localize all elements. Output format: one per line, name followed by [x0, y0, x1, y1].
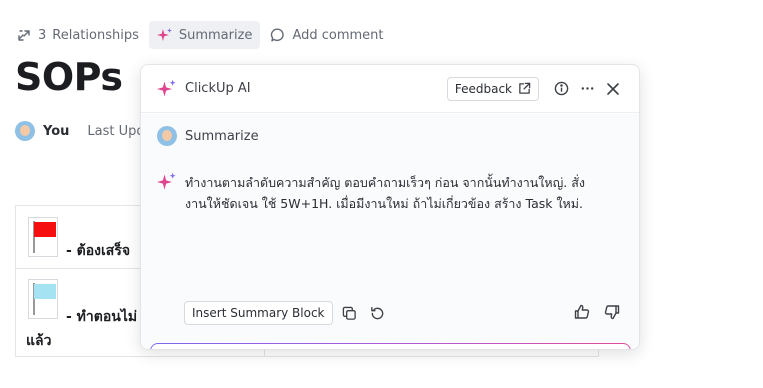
flag-cloth [34, 222, 56, 237]
insert-summary-block-button[interactable]: Insert Summary Block [184, 301, 333, 325]
table-cell-text-wrap: แล้ว [26, 333, 52, 349]
external-link-icon [519, 82, 531, 94]
flag-cloth [34, 284, 56, 299]
relationships-count: 3 [38, 27, 47, 43]
clickup-ai-panel: ClickUp AI Feedback Summarize ทำงานตามลำ… [140, 64, 640, 350]
ai-answer-text: ทำงานตามลำดับความสำคัญ ตอบคำถามเร็วๆ ก่อ… [185, 175, 585, 211]
summarize-label: Summarize [178, 27, 253, 43]
table-cell-text: - ทำตอนไม่ [66, 309, 138, 325]
thumbs-up-button[interactable] [571, 301, 593, 323]
close-icon [607, 82, 619, 95]
table-cell-text: - ต้องเสร็จ [66, 243, 131, 259]
retry-button[interactable] [367, 302, 389, 324]
relationships-button[interactable]: 3 Relationships [14, 21, 141, 49]
thumbs-down-icon [604, 305, 620, 320]
avatar [157, 126, 177, 146]
relationships-label: Relationships [52, 27, 139, 43]
doc-meta: You Last Upda [15, 120, 153, 142]
feedback-label: Feedback [454, 81, 512, 96]
sparkle-icon [156, 28, 172, 41]
comment-icon [271, 28, 285, 42]
ai-panel-header: ClickUp AI Feedback [141, 65, 639, 113]
relationships-icon [18, 30, 30, 41]
more-icon [581, 87, 593, 90]
summary-request: Summarize [157, 126, 259, 146]
author-name: You [43, 123, 70, 139]
add-comment-button[interactable]: Add comment [268, 21, 385, 49]
sparkle-icon [157, 79, 176, 96]
ai-panel-title: ClickUp AI [185, 81, 251, 96]
page-title[interactable]: SOPs [15, 55, 123, 99]
ai-prompt-box [150, 343, 631, 349]
ai-panel-body: Summarize ทำงานตามลำดับความสำคัญ ตอบคำถา… [141, 114, 639, 349]
thumbs-down-button[interactable] [601, 301, 623, 323]
light-blue-flag-image [28, 279, 58, 319]
ai-answer: ทำงานตามลำดับความสำคัญ ตอบคำถามเร็วๆ ก่อ… [157, 172, 595, 214]
more-button[interactable] [575, 77, 599, 101]
add-comment-label: Add comment [292, 27, 384, 43]
info-button[interactable] [549, 77, 573, 101]
avatar[interactable] [15, 121, 35, 141]
summary-heading: Summarize [185, 128, 259, 144]
feedback-button[interactable]: Feedback [446, 76, 539, 101]
summarize-button[interactable]: Summarize [148, 21, 261, 49]
copy-icon [342, 306, 356, 320]
close-button[interactable] [601, 77, 625, 101]
thumbs-up-icon [574, 304, 590, 319]
copy-button[interactable] [339, 302, 361, 324]
answer-actions: Insert Summary Block [184, 301, 389, 325]
red-flag-image [28, 217, 58, 257]
info-icon [554, 81, 568, 96]
doc-toolbar: 3 Relationships Summarize Add comment [14, 21, 386, 49]
ai-prompt-inner [151, 344, 630, 349]
retry-icon [371, 306, 384, 319]
answer-vote [571, 301, 623, 323]
sparkle-icon [157, 172, 176, 190]
